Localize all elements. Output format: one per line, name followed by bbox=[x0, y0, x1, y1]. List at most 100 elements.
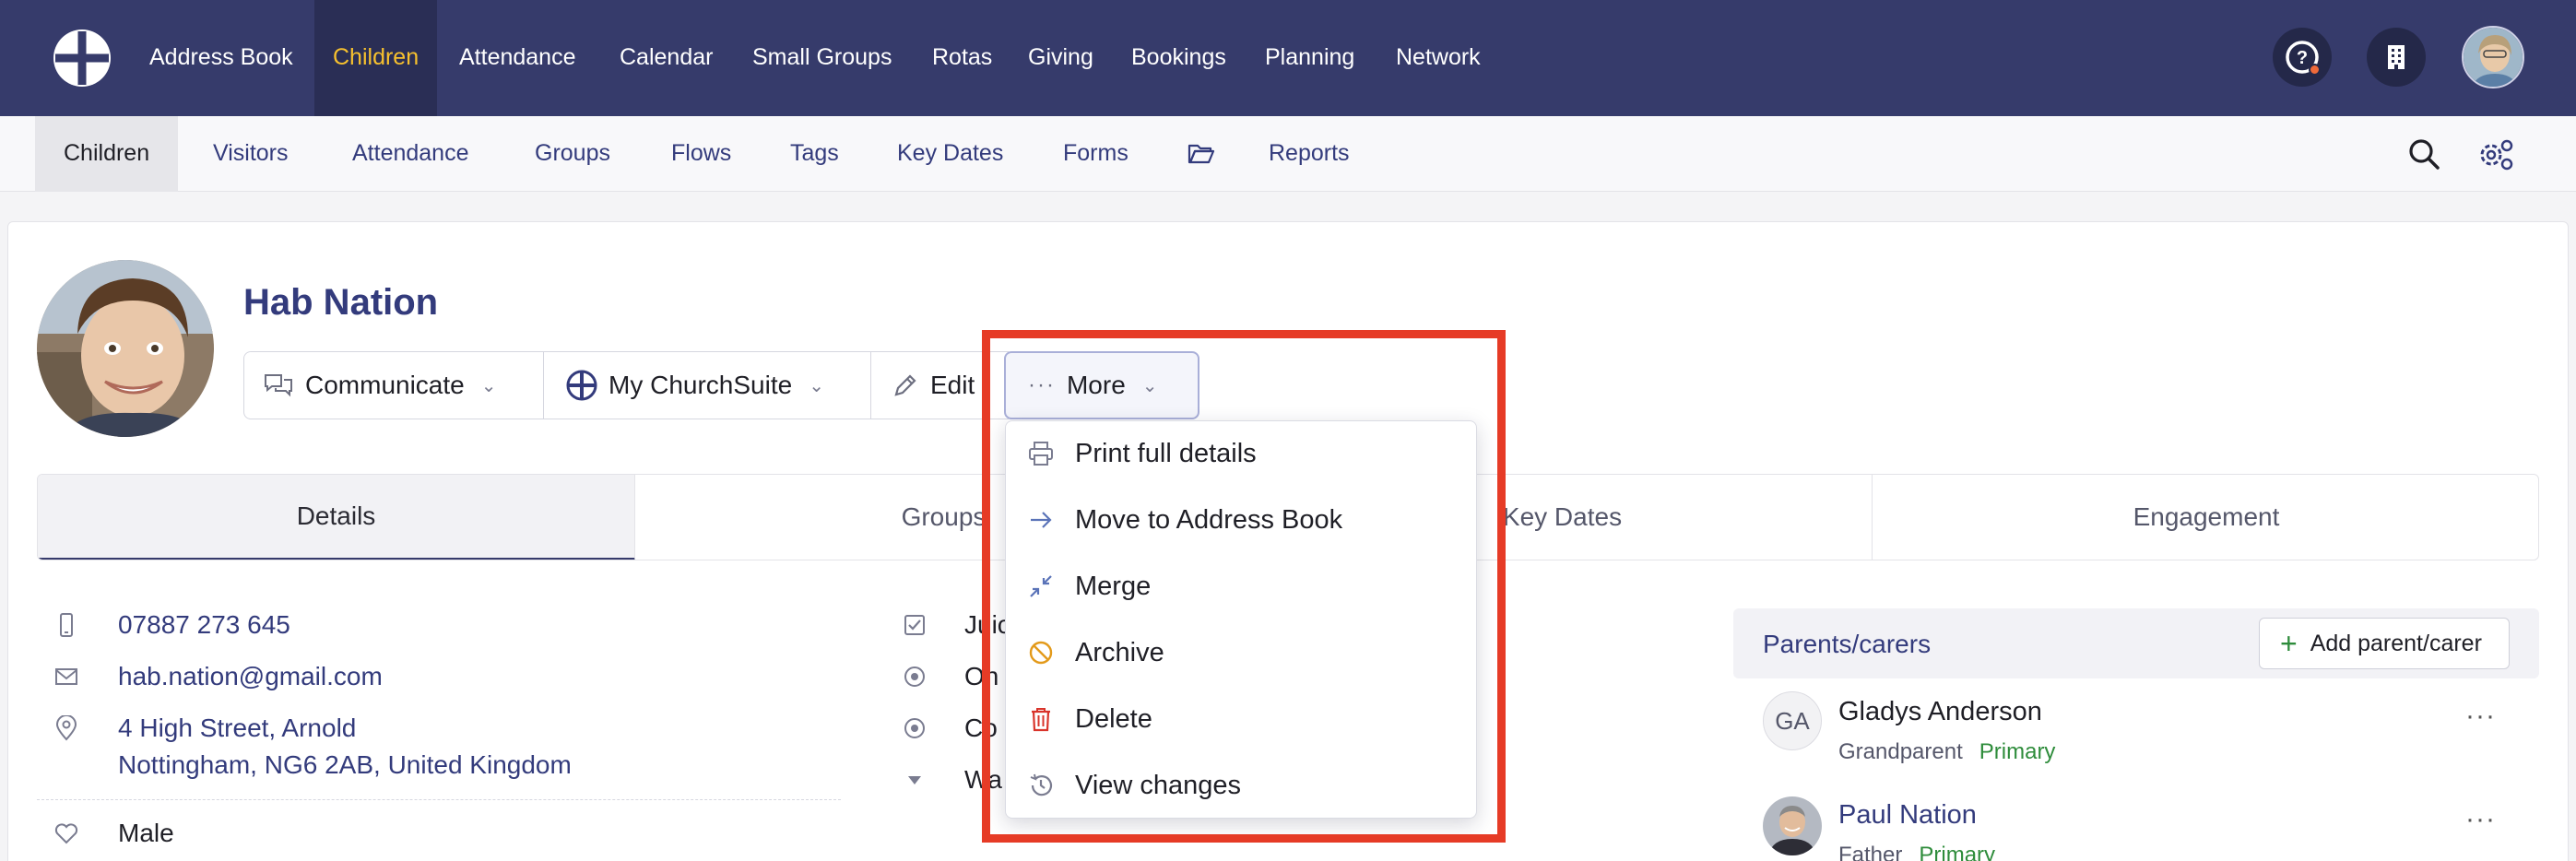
subnav-key-dates[interactable]: Key Dates bbox=[897, 116, 1003, 192]
search-icon[interactable] bbox=[2405, 135, 2445, 175]
printer-icon bbox=[1029, 442, 1053, 466]
sex-value: Male bbox=[118, 819, 174, 847]
organisation-button[interactable] bbox=[2367, 28, 2426, 87]
subnav-attendance[interactable]: Attendance bbox=[352, 116, 469, 192]
ban-icon bbox=[1029, 641, 1053, 665]
trash-icon bbox=[1032, 708, 1050, 732]
parent-relation: Father Primary bbox=[1838, 843, 1995, 861]
parent-photo-image bbox=[1763, 796, 1822, 855]
profile-photo[interactable] bbox=[37, 260, 214, 437]
menu-item-label: Move to Address Book bbox=[1075, 504, 1343, 535]
tab-details[interactable]: Details bbox=[38, 475, 635, 560]
chevron-down-icon: ⌄ bbox=[809, 375, 824, 396]
sub-navigation-bar: Children Visitors Attendance Groups Flow… bbox=[0, 116, 2576, 192]
communicate-label: Communicate bbox=[305, 371, 465, 399]
parent-name[interactable]: Paul Nation bbox=[1838, 800, 1977, 831]
parent-name[interactable]: Gladys Anderson bbox=[1838, 697, 2042, 727]
communicate-button[interactable]: Communicate ⌄ bbox=[243, 351, 544, 419]
churchsuite-icon bbox=[566, 370, 597, 401]
menu-item-view-changes[interactable]: View changes bbox=[1005, 752, 1477, 819]
menu-item-label: View changes bbox=[1075, 770, 1242, 800]
nav-network[interactable]: Network bbox=[1396, 0, 1481, 116]
relation-text: Father bbox=[1838, 843, 1903, 861]
primary-badge: Primary bbox=[1919, 843, 1996, 861]
menu-item-delete[interactable]: Delete bbox=[1005, 686, 1477, 752]
pencil-icon bbox=[894, 374, 916, 396]
middle-field-1: Juic bbox=[964, 610, 1010, 639]
merge-arrows-icon bbox=[1030, 575, 1052, 597]
help-button[interactable]: ? bbox=[2273, 28, 2332, 87]
top-navigation-bar: Address Book Children Attendance Calenda… bbox=[0, 0, 2576, 116]
add-parent-carer-button[interactable]: + Add parent/carer bbox=[2259, 618, 2510, 669]
edit-label: Edit bbox=[930, 371, 975, 399]
user-avatar-image bbox=[2464, 28, 2523, 87]
details-divider bbox=[37, 799, 841, 800]
ellipsis-icon: ··· bbox=[1028, 372, 1056, 397]
middle-field-3: Co bbox=[964, 714, 998, 742]
plus-icon: + bbox=[2280, 627, 2298, 660]
parent-options-icon[interactable]: ··· bbox=[2465, 804, 2496, 835]
email-link[interactable]: hab.nation@gmail.com bbox=[118, 662, 383, 691]
mobile-phone-icon bbox=[60, 613, 73, 637]
address-line-2-link[interactable]: Nottingham, NG6 2AB, United Kingdom bbox=[118, 750, 572, 780]
chevron-down-icon: ⌄ bbox=[480, 375, 497, 396]
subnav-visitors[interactable]: Visitors bbox=[213, 116, 289, 192]
menu-item-label: Merge bbox=[1075, 571, 1152, 601]
parent-avatar-initials: GA bbox=[1763, 691, 1822, 750]
more-button[interactable]: ··· More ⌄ bbox=[1004, 351, 1199, 419]
nav-giving[interactable]: Giving bbox=[1028, 0, 1093, 116]
my-churchsuite-button[interactable]: My ChurchSuite ⌄ bbox=[543, 351, 871, 419]
nav-small-groups[interactable]: Small Groups bbox=[752, 0, 892, 116]
envelope-icon bbox=[55, 668, 77, 685]
nav-planning[interactable]: Planning bbox=[1265, 0, 1354, 116]
menu-item-archive[interactable]: Archive bbox=[1005, 619, 1477, 686]
subnav-children[interactable]: Children bbox=[35, 116, 179, 192]
phone-number-link[interactable]: 07887 273 645 bbox=[118, 610, 290, 640]
primary-badge: Primary bbox=[1979, 739, 2056, 764]
menu-item-label: Print full details bbox=[1075, 438, 1257, 468]
nav-calendar[interactable]: Calendar bbox=[620, 0, 713, 116]
settings-icon[interactable] bbox=[2475, 135, 2515, 175]
menu-item-merge[interactable]: Merge bbox=[1005, 553, 1477, 619]
menu-item-print-full-details[interactable]: Print full details bbox=[1005, 420, 1477, 487]
svg-text:?: ? bbox=[2297, 48, 2308, 68]
nav-bookings[interactable]: Bookings bbox=[1131, 0, 1226, 116]
parent-options-icon[interactable]: ··· bbox=[2465, 701, 2496, 732]
menu-item-label: Delete bbox=[1075, 703, 1152, 734]
notification-dot bbox=[2309, 64, 2321, 76]
folder-open-icon bbox=[1188, 144, 1215, 164]
person-name: Hab Nation bbox=[243, 282, 439, 323]
parent-relation: Grandparent Primary bbox=[1838, 739, 2055, 765]
chat-bubbles-icon bbox=[265, 374, 292, 397]
parents-carers-title: Parents/carers bbox=[1763, 630, 1932, 658]
edit-button[interactable]: Edit bbox=[870, 351, 1009, 419]
radio-icon bbox=[904, 666, 925, 687]
profile-photo-image bbox=[37, 260, 214, 437]
subnav-flows[interactable]: Flows bbox=[671, 116, 731, 192]
middle-field-2: On bbox=[964, 662, 999, 690]
user-avatar[interactable] bbox=[2462, 26, 2524, 88]
checkbox-icon bbox=[904, 615, 925, 635]
subnav-tags[interactable]: Tags bbox=[790, 116, 839, 192]
radio-icon bbox=[904, 718, 925, 738]
address-line-1-link[interactable]: 4 High Street, Arnold bbox=[118, 714, 356, 743]
churchsuite-logo[interactable] bbox=[52, 28, 112, 88]
parent-avatar-photo bbox=[1763, 796, 1822, 855]
arrow-right-icon bbox=[1031, 512, 1052, 528]
subnav-forms[interactable]: Forms bbox=[1063, 116, 1128, 192]
subnav-reports[interactable]: Reports bbox=[1269, 116, 1350, 192]
menu-item-move-to-address-book[interactable]: Move to Address Book bbox=[1005, 487, 1477, 553]
nav-children[interactable]: Children bbox=[314, 0, 438, 116]
tab-engagement[interactable]: Engagement bbox=[1873, 475, 2538, 560]
subnav-groups[interactable]: Groups bbox=[535, 116, 610, 192]
add-parent-carer-label: Add parent/carer bbox=[2310, 630, 2482, 656]
nav-address-book[interactable]: Address Book bbox=[149, 0, 293, 116]
nav-rotas[interactable]: Rotas bbox=[932, 0, 992, 116]
middle-field-4: Wa bbox=[964, 765, 1002, 794]
building-icon bbox=[2388, 45, 2405, 69]
caret-down-icon bbox=[908, 776, 921, 784]
more-label: More bbox=[1066, 371, 1126, 399]
heart-icon bbox=[54, 823, 78, 844]
nav-attendance[interactable]: Attendance bbox=[459, 0, 576, 116]
menu-item-label: Archive bbox=[1075, 637, 1164, 667]
